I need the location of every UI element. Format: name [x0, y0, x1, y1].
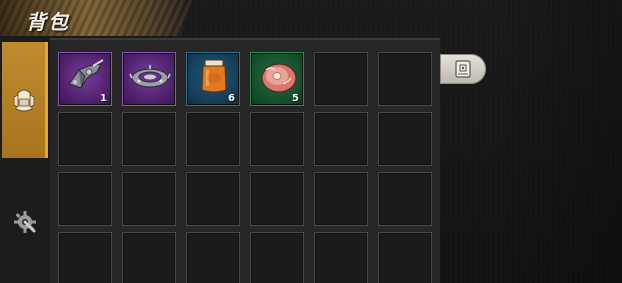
inventory-grid: 1 6 5	[58, 52, 432, 283]
inventory-slot-19[interactable]	[58, 232, 112, 283]
item-count: 5	[292, 93, 299, 104]
inventory-slot-2[interactable]	[122, 52, 176, 106]
side-tab-bar	[0, 38, 50, 283]
tab-backpack[interactable]	[2, 42, 48, 158]
page-title: 背包	[26, 10, 70, 34]
inventory-slot-18[interactable]	[378, 172, 432, 226]
inventory-slot-21[interactable]	[186, 232, 240, 283]
inventory-slot-8[interactable]	[122, 112, 176, 166]
inventory-slot-5[interactable]	[314, 52, 368, 106]
storage-box-icon	[455, 60, 471, 78]
gear-wrench-icon	[14, 211, 36, 233]
inventory-slot-17[interactable]	[314, 172, 368, 226]
inventory-slot-12[interactable]	[378, 112, 432, 166]
inventory-slot-22[interactable]	[250, 232, 304, 283]
backpack-icon	[13, 89, 34, 112]
game-screen: 背包 1 6 5	[0, 0, 622, 283]
inventory-slot-10[interactable]	[250, 112, 304, 166]
inventory-slot-13[interactable]	[58, 172, 112, 226]
inventory-slot-15[interactable]	[186, 172, 240, 226]
inventory-slot-14[interactable]	[122, 172, 176, 226]
inventory-slot-7[interactable]	[58, 112, 112, 166]
jam-jar-icon	[201, 59, 227, 93]
metal-frame-icon	[129, 65, 171, 88]
inventory-slot-9[interactable]	[186, 112, 240, 166]
inventory-slot-3[interactable]: 6	[186, 52, 240, 106]
item-count: 6	[228, 93, 235, 104]
inventory-slot-23[interactable]	[314, 232, 368, 283]
tab-crafting[interactable]	[2, 202, 48, 242]
inventory-slot-4[interactable]: 5	[250, 52, 304, 106]
background-shade	[490, 0, 622, 283]
inventory-panel: 1 6 5	[50, 38, 440, 283]
ham-meat-icon	[261, 63, 297, 93]
inventory-slot-6[interactable]	[378, 52, 432, 106]
inventory-slot-16[interactable]	[250, 172, 304, 226]
inventory-slot-11[interactable]	[314, 112, 368, 166]
inventory-slot-24[interactable]	[378, 232, 432, 283]
inventory-slot-20[interactable]	[122, 232, 176, 283]
item-count: 1	[100, 93, 107, 104]
inventory-slot-1[interactable]: 1	[58, 52, 112, 106]
mechanical-part-icon	[68, 59, 104, 89]
storage-button[interactable]	[440, 54, 486, 84]
